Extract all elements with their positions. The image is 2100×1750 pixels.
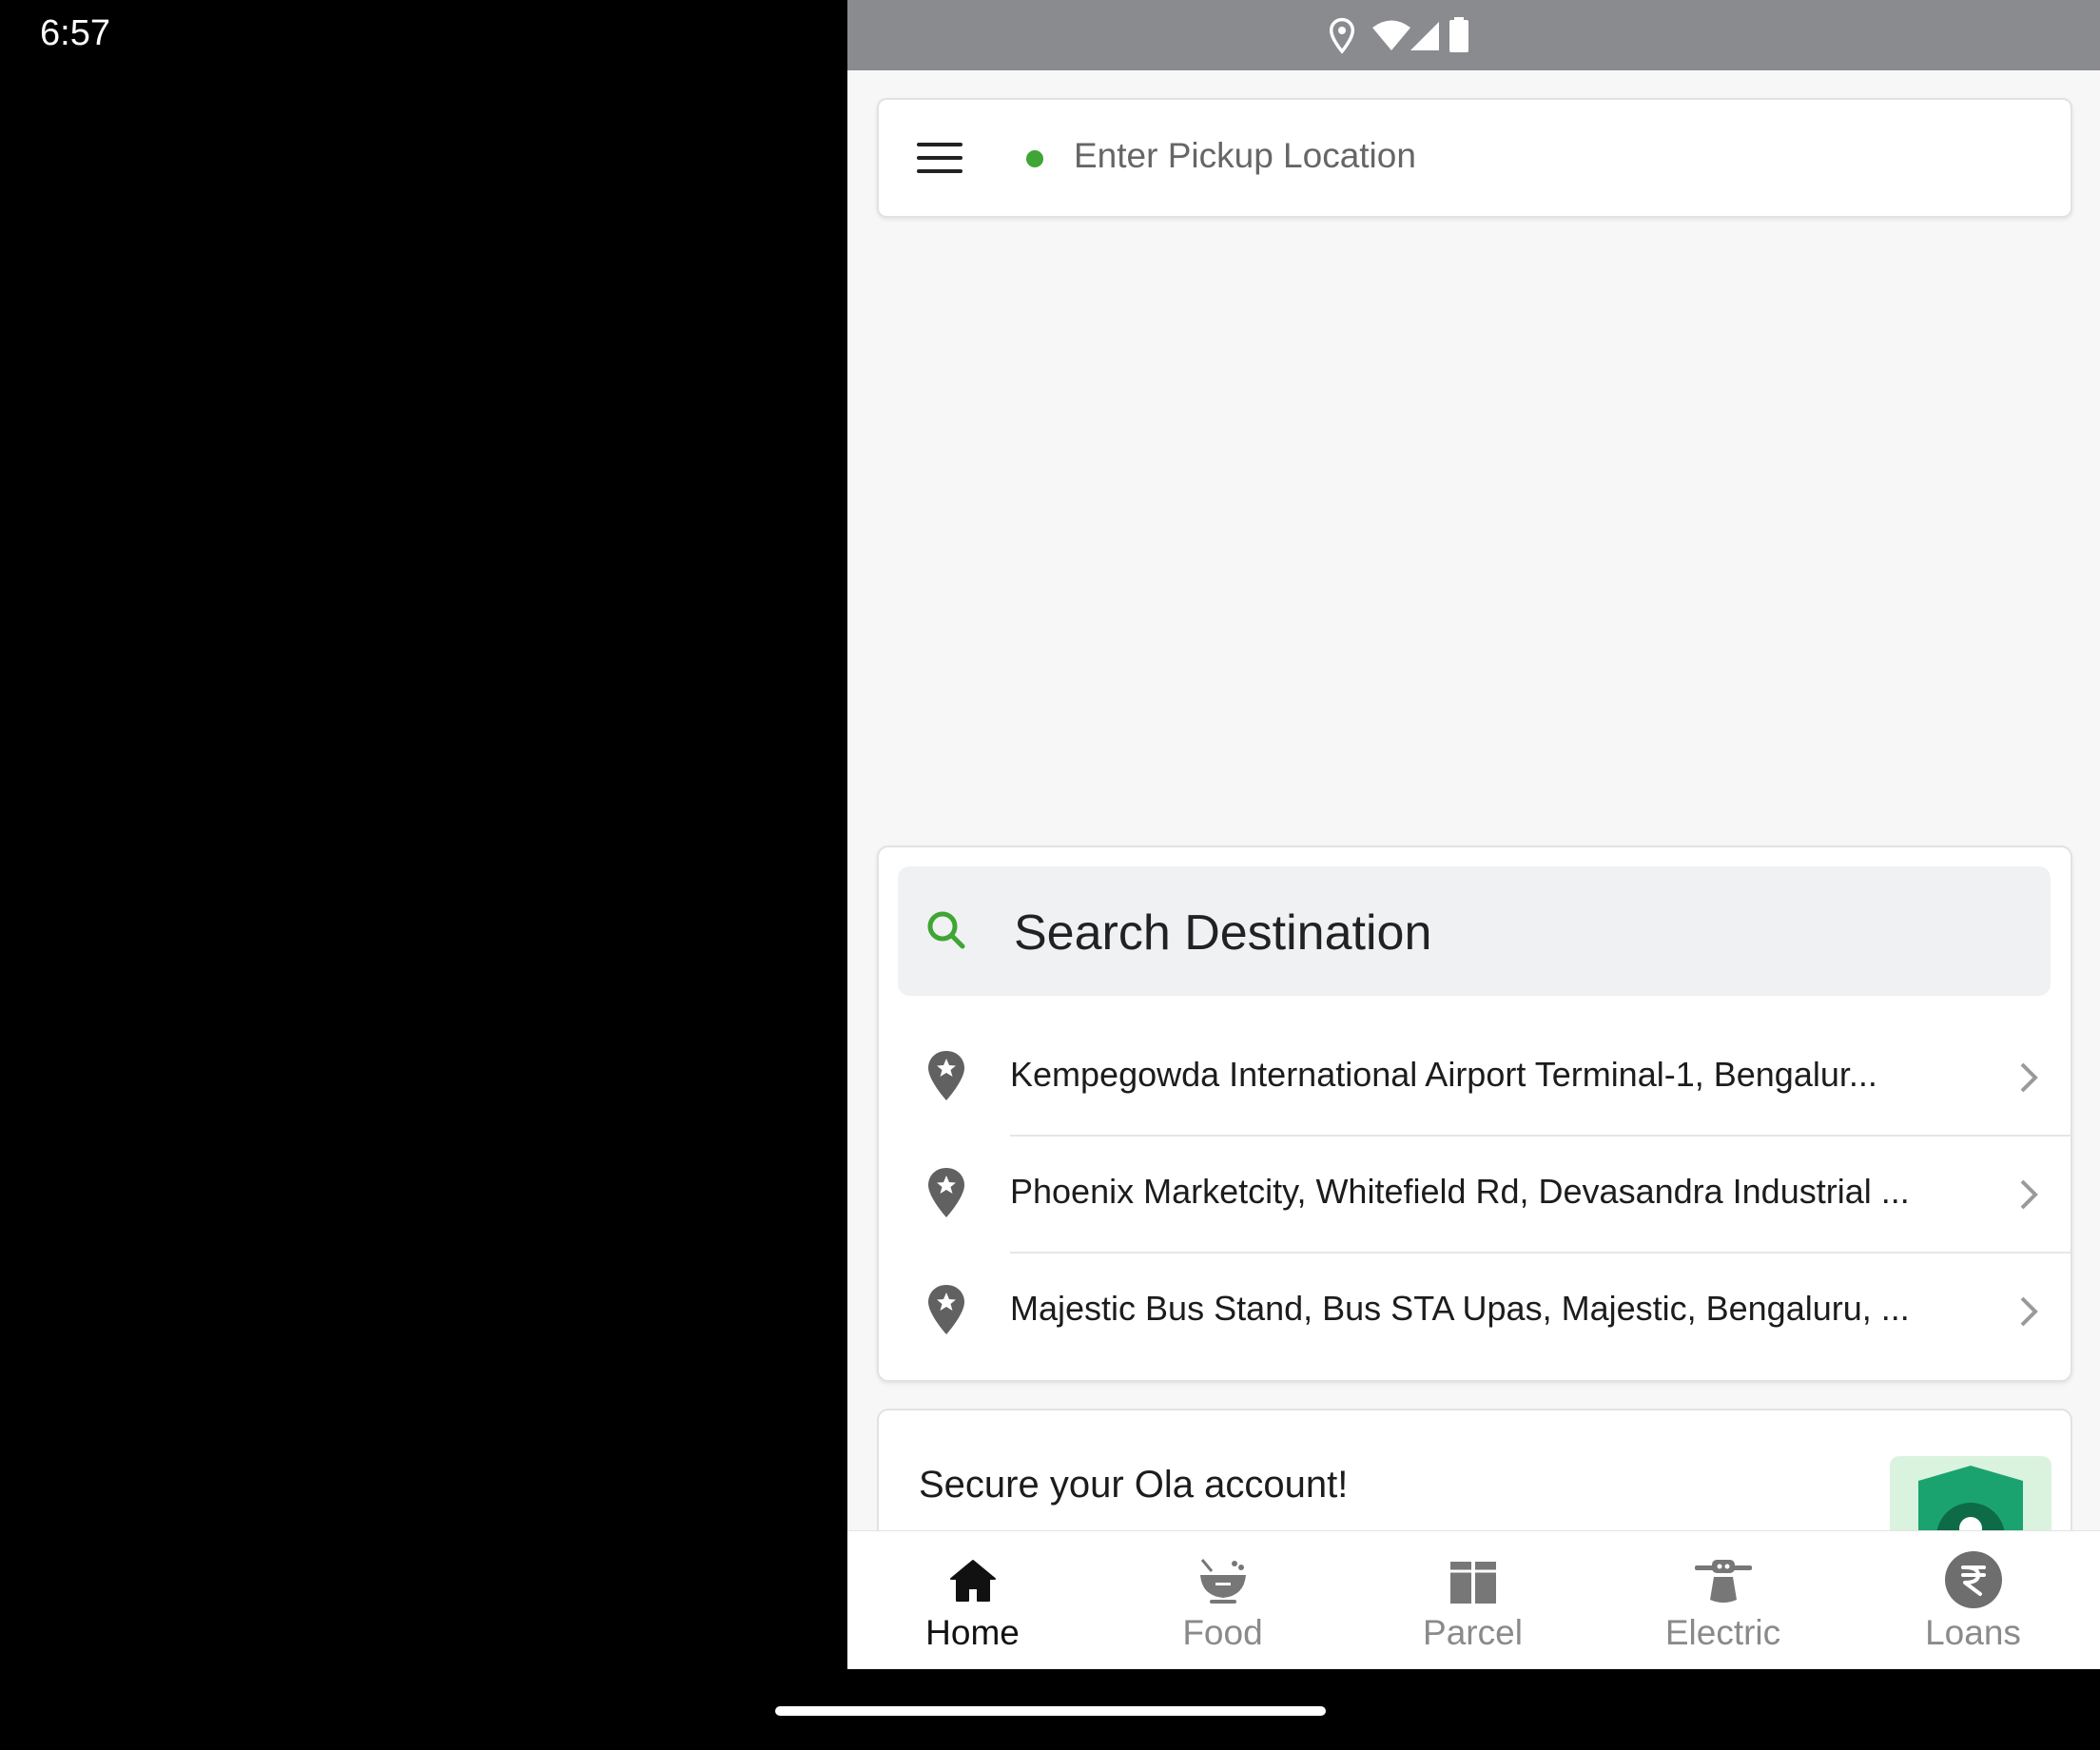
divider — [1010, 1252, 2071, 1254]
location-icon — [1329, 17, 1355, 54]
signal-icon — [1410, 22, 1439, 50]
parcel-box-icon — [1449, 1562, 1496, 1604]
wifi-icon — [1372, 20, 1410, 50]
food-bowl-icon — [1199, 1559, 1246, 1604]
pickup-location-input[interactable]: Enter Pickup Location — [1074, 136, 1416, 176]
nav-food-label: Food — [1182, 1613, 1263, 1652]
app-window: Enter Pickup Location Search Destination… — [847, 0, 2100, 1669]
pickup-location-bar[interactable]: Enter Pickup Location — [877, 98, 2072, 218]
recent-destination-label: Phoenix Marketcity, Whitefield Rd, Devas… — [1010, 1172, 1910, 1211]
menu-icon[interactable] — [917, 143, 962, 175]
chevron-right-icon — [2020, 1179, 2038, 1210]
search-icon — [927, 911, 965, 949]
pickup-status-dot — [1026, 150, 1043, 167]
nav-parcel[interactable]: Parcel — [1348, 1531, 1598, 1669]
favorite-pin-icon — [928, 1285, 964, 1334]
nav-parcel-label: Parcel — [1423, 1613, 1523, 1652]
bottom-navigation: Home Food Parcel Electric Loans — [847, 1530, 2100, 1669]
chevron-right-icon — [2020, 1296, 2038, 1327]
status-time: 6:57 — [40, 13, 110, 53]
secure-account-title: Secure your Ola account! — [919, 1464, 1349, 1506]
chevron-right-icon — [2020, 1062, 2038, 1093]
search-destination-label: Search Destination — [1014, 905, 1432, 961]
nav-home-label: Home — [925, 1613, 1020, 1652]
destination-card: Search Destination Kempegowda Internatio… — [877, 846, 2072, 1382]
recent-destination-item[interactable]: Majestic Bus Stand, Bus STA Upas, Majest… — [879, 1256, 2071, 1372]
recent-destination-label: Kempegowda International Airport Termina… — [1010, 1055, 1877, 1094]
favorite-pin-icon — [928, 1051, 964, 1100]
divider — [1010, 1135, 2071, 1137]
nav-loans[interactable]: Loans — [1848, 1531, 2098, 1669]
nav-food[interactable]: Food — [1098, 1531, 1348, 1669]
search-destination-field[interactable]: Search Destination — [898, 866, 2051, 996]
rupee-icon — [1944, 1551, 2002, 1608]
nav-loans-label: Loans — [1925, 1613, 2021, 1652]
recent-destination-item[interactable]: Kempegowda International Airport Termina… — [879, 1022, 2071, 1138]
battery-icon — [1449, 17, 1468, 52]
nav-electric-label: Electric — [1664, 1613, 1781, 1652]
home-icon — [949, 1560, 996, 1602]
recent-destination-label: Majestic Bus Stand, Bus STA Upas, Majest… — [1010, 1289, 1910, 1328]
status-bar — [847, 0, 2100, 70]
home-gesture-bar[interactable] — [775, 1706, 1326, 1716]
nav-home[interactable]: Home — [847, 1531, 1098, 1669]
recent-destination-item[interactable]: Phoenix Marketcity, Whitefield Rd, Devas… — [879, 1139, 2071, 1255]
nav-electric[interactable]: Electric — [1598, 1531, 1848, 1669]
electric-scooter-icon — [1694, 1560, 1752, 1603]
favorite-pin-icon — [928, 1168, 964, 1217]
